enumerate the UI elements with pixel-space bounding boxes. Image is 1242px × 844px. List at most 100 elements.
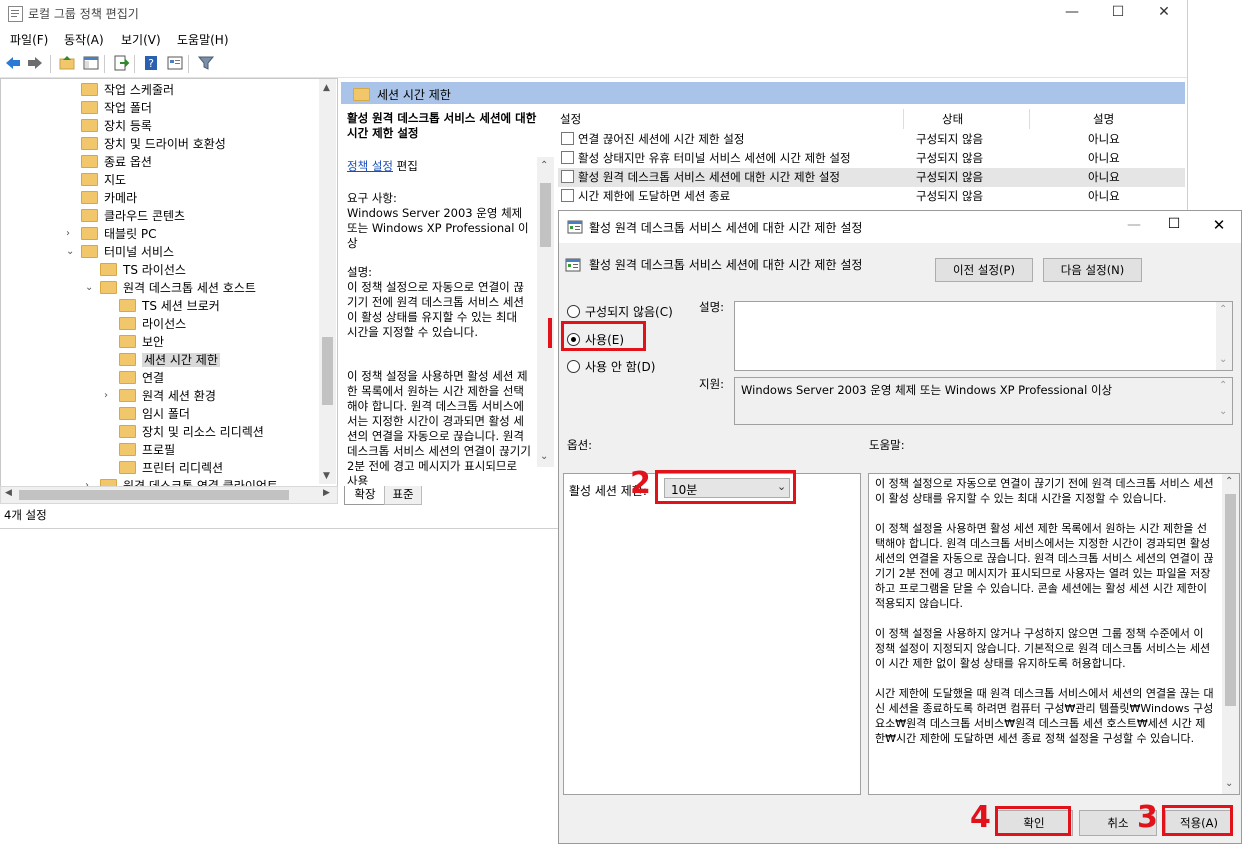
- next-setting-button[interactable]: 다음 설정(N): [1043, 258, 1142, 282]
- scroll-up-icon[interactable]: ⌃: [1225, 476, 1233, 487]
- comment-label: 설명:: [699, 300, 725, 314]
- minimize-button[interactable]: —: [1057, 2, 1087, 22]
- tree-item[interactable]: 종료 옵션: [81, 153, 152, 171]
- back-arrow-icon[interactable]: [4, 54, 22, 72]
- tree-item[interactable]: 클라우드 콘텐츠: [81, 207, 185, 225]
- comment-textarea[interactable]: ⌃ ⌄: [734, 301, 1233, 371]
- menu-view[interactable]: 보기(V): [121, 31, 161, 48]
- tree-item-label: 연결: [142, 371, 165, 385]
- policy-row[interactable]: 활성 원격 데스크톱 서비스 세션에 대한 시간 제한 설정 구성되지 않음 아니요: [558, 168, 1185, 187]
- tree-item[interactable]: 카메라: [81, 189, 137, 207]
- help-paragraph: 이 정책 설정으로 자동으로 연결이 끊기기 전에 원격 데스크톱 서비스 세션…: [875, 477, 1214, 505]
- tree-item[interactable]: 라이선스: [119, 315, 186, 333]
- dialog-maximize-button[interactable]: ☐: [1159, 216, 1189, 232]
- dialog-minimize-button[interactable]: —: [1119, 217, 1149, 233]
- dialog-title-bar: 활성 원격 데스크톱 서비스 세션에 대한 시간 제한 설정 — ☐ ✕: [559, 211, 1241, 243]
- scrollbar-thumb[interactable]: [540, 183, 551, 247]
- tree-item[interactable]: 작업 폴더: [81, 99, 152, 117]
- window-title: 로컬 그룹 정책 편집기: [28, 7, 139, 21]
- collapsed-chevron-icon[interactable]: ›: [66, 225, 70, 243]
- supported-scrollbar[interactable]: ⌃ ⌄: [1216, 378, 1232, 424]
- maximize-button[interactable]: ☐: [1103, 2, 1133, 22]
- tree-item-label: 작업 스케줄러: [104, 83, 175, 97]
- tree-item[interactable]: 장치 및 드라이버 호환성: [81, 135, 226, 153]
- menu-action[interactable]: 동작(A): [64, 31, 104, 48]
- filter-icon[interactable]: [197, 54, 215, 72]
- tree-item[interactable]: TS 라이선스: [100, 261, 186, 279]
- folder-icon: [81, 83, 98, 96]
- scroll-down-icon[interactable]: ⌄: [1219, 354, 1227, 365]
- comment-scrollbar[interactable]: ⌃ ⌄: [1216, 302, 1232, 370]
- close-button[interactable]: ✕: [1149, 2, 1179, 22]
- tree-item[interactable]: 임시 폴더: [119, 405, 190, 423]
- edit-policy-link[interactable]: 정책 설정: [347, 159, 393, 173]
- tree-item[interactable]: 장치 및 리소스 리디렉션: [119, 423, 264, 441]
- menu-help[interactable]: 도움말(H): [177, 31, 229, 48]
- column-header-setting[interactable]: 설정: [560, 111, 581, 127]
- policy-settings-icon: [567, 220, 583, 234]
- tree-item[interactable]: ⌄ 원격 데스크톱 세션 호스트: [85, 279, 256, 297]
- tree-item[interactable]: 프로필: [119, 441, 175, 459]
- policy-state: 구성되지 않음: [916, 189, 984, 203]
- tree-item[interactable]: 장치 등록: [81, 117, 152, 135]
- help-scrollbar[interactable]: ⌃ ⌄: [1222, 474, 1239, 794]
- scroll-up-icon[interactable]: ⌃: [540, 160, 548, 171]
- tree-item[interactable]: ⌄ 터미널 서비스: [66, 243, 174, 261]
- up-folder-icon[interactable]: [58, 54, 76, 72]
- options-label: 옵션:: [567, 438, 593, 452]
- tree-item[interactable]: 지도: [81, 171, 126, 189]
- properties-icon[interactable]: [166, 54, 184, 72]
- column-header-state[interactable]: 상태: [942, 111, 963, 127]
- scrollbar-thumb[interactable]: [19, 490, 289, 500]
- expanded-chevron-icon[interactable]: ⌄: [66, 243, 74, 261]
- description-scrollbar[interactable]: ⌃ ⌄: [537, 157, 554, 467]
- tree-item-label: 프로필: [142, 443, 176, 457]
- scroll-down-icon[interactable]: ▼: [323, 471, 330, 481]
- column-header-comment[interactable]: 설명: [1093, 111, 1114, 127]
- tree-item[interactable]: › 태블릿 PC: [66, 225, 157, 243]
- show-hide-tree-icon[interactable]: [82, 54, 100, 72]
- export-list-icon[interactable]: [112, 54, 130, 72]
- tree-horizontal-scrollbar[interactable]: ◀ ▶: [0, 486, 338, 504]
- tab-standard[interactable]: 표준: [384, 486, 422, 505]
- scroll-up-icon[interactable]: ▲: [323, 83, 330, 93]
- tree-item[interactable]: 작업 스케줄러: [81, 81, 174, 99]
- category-header: 세션 시간 제한: [341, 82, 1185, 104]
- forward-arrow-icon[interactable]: [26, 54, 44, 72]
- policy-row[interactable]: 시간 제한에 도달하면 세션 종료 구성되지 않음 아니요: [558, 187, 1185, 206]
- radio-not-configured[interactable]: 구성되지 않음(C): [567, 303, 673, 320]
- scrollbar-thumb[interactable]: [322, 337, 333, 405]
- highlight-enabled-radio: [561, 321, 646, 351]
- scroll-left-icon[interactable]: ◀: [5, 488, 12, 498]
- tree-vertical-scrollbar[interactable]: ▲ ▼: [319, 79, 336, 484]
- policy-state: 구성되지 않음: [916, 132, 984, 146]
- tab-extended[interactable]: 확장: [344, 486, 386, 505]
- help-icon[interactable]: ?: [142, 54, 160, 72]
- scroll-down-icon[interactable]: ⌄: [1225, 778, 1233, 789]
- scroll-down-icon[interactable]: ⌄: [540, 451, 548, 462]
- expanded-chevron-icon[interactable]: ⌄: [85, 279, 93, 297]
- policy-row[interactable]: 연결 끊어진 세션에 시간 제한 설정 구성되지 않음 아니요: [558, 130, 1185, 149]
- highlight-apply-button: [1162, 805, 1233, 836]
- tree-item[interactable]: 프린터 리디렉션: [119, 459, 223, 477]
- folder-icon: [119, 425, 136, 438]
- scroll-up-icon[interactable]: ⌃: [1219, 380, 1227, 391]
- dialog-close-button[interactable]: ✕: [1204, 216, 1234, 234]
- tree-item[interactable]: › 원격 세션 환경: [104, 387, 216, 405]
- policy-comment: 아니요: [1088, 170, 1120, 184]
- menu-file[interactable]: 파일(F): [10, 31, 48, 48]
- scroll-up-icon[interactable]: ⌃: [1219, 304, 1227, 315]
- scroll-down-icon[interactable]: ⌄: [1219, 406, 1227, 417]
- previous-setting-button[interactable]: 이전 설정(P): [935, 258, 1033, 282]
- scrollbar-thumb[interactable]: [1225, 494, 1236, 706]
- tree-item[interactable]: 연결: [119, 369, 164, 387]
- radio-disabled[interactable]: 사용 안 함(D): [567, 358, 655, 375]
- scroll-right-icon[interactable]: ▶: [323, 488, 330, 498]
- policy-row[interactable]: 활성 상태지만 유휴 터미널 서비스 세션에 시간 제한 설정 구성되지 않음 아니…: [558, 149, 1185, 168]
- collapsed-chevron-icon[interactable]: ›: [104, 387, 108, 405]
- tree-item[interactable]: TS 세션 브로커: [119, 297, 220, 315]
- options-panel: 활성 세션 제한: 10분 ⌄: [563, 473, 861, 795]
- edit-policy-line: 정책 설정 편집: [347, 159, 547, 174]
- tree-item[interactable]: 세션 시간 제한: [119, 351, 220, 369]
- tree-item[interactable]: 보안: [119, 333, 164, 351]
